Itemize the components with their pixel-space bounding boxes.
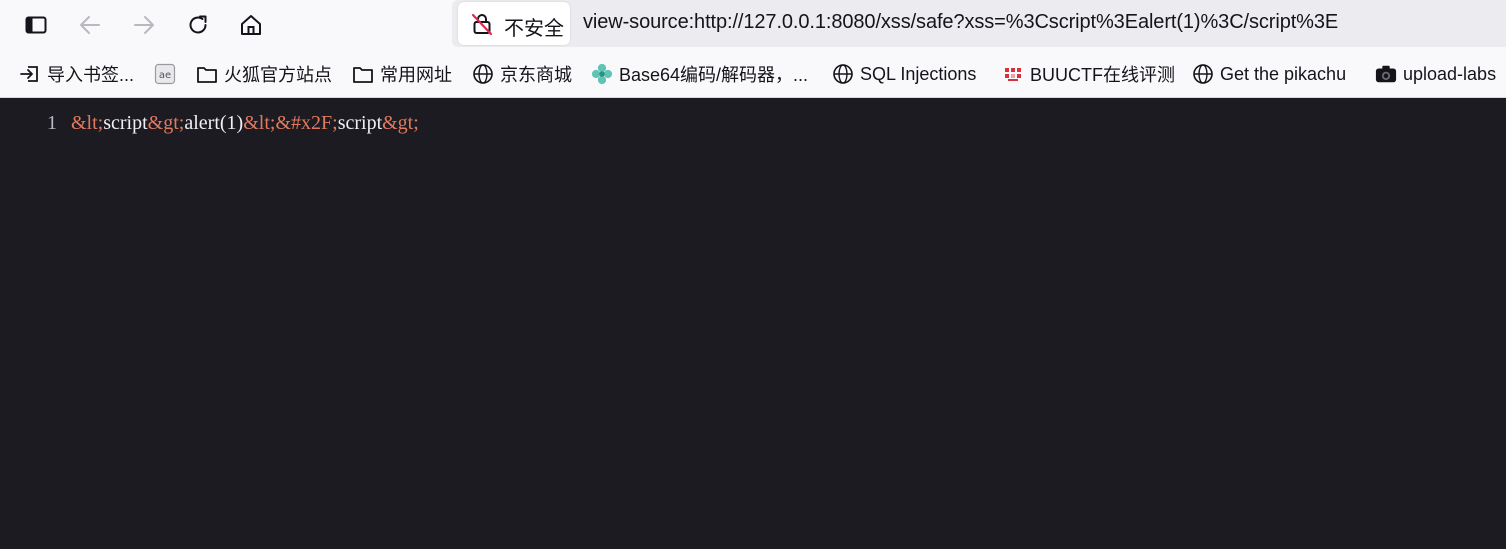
home-button[interactable] <box>232 6 270 44</box>
entity-token: &lt; <box>71 112 104 134</box>
bookmark-folder-firefox[interactable]: 火狐官方站点 <box>196 56 332 92</box>
forward-button[interactable] <box>125 6 163 44</box>
forward-arrow-icon <box>134 16 154 34</box>
globe-icon <box>832 63 854 85</box>
entity-token: &gt; <box>147 112 185 134</box>
bookmark-label: 常用网址 <box>380 65 452 85</box>
bookmark-label: upload-labs <box>1403 63 1497 84</box>
view-source-content: 1 &lt;script&gt;alert(1)&lt;&#x2F;script… <box>0 98 1506 549</box>
import-icon <box>19 63 41 85</box>
back-button[interactable] <box>71 6 109 44</box>
text-token: script <box>337 112 383 134</box>
bookmark-jd[interactable]: 京东商城 <box>472 56 572 92</box>
svg-text:ae: ae <box>159 70 171 81</box>
sidebar-toggle-button[interactable] <box>17 6 55 44</box>
folder-icon <box>352 63 374 85</box>
back-arrow-icon <box>80 16 100 34</box>
bookmark-label: Get the pikachu <box>1220 63 1347 84</box>
reload-icon <box>189 15 207 34</box>
site-security-indicator[interactable]: 不安全 <box>458 2 570 45</box>
navigation-toolbar: 不安全 view-source:http://127.0.0.1:8080/xs… <box>0 0 1506 50</box>
globe-icon <box>1192 63 1214 85</box>
globe-icon <box>472 63 494 85</box>
browser-chrome: 不安全 view-source:http://127.0.0.1:8080/xs… <box>0 0 1506 98</box>
ae-icon: ae <box>154 63 176 85</box>
bookmark-label: 导入书签... <box>47 65 135 85</box>
text-token: alert(1) <box>184 112 244 134</box>
bookmark-pikachu[interactable]: Get the pikachu <box>1192 56 1346 92</box>
buuctf-icon <box>1002 63 1024 85</box>
home-icon <box>241 15 261 35</box>
source-code: &lt;script&gt;alert(1)&lt;&#x2F;script&g… <box>71 112 419 135</box>
bookmark-sql-injections[interactable]: SQL Injections <box>832 56 976 92</box>
url-text[interactable]: view-source:http://127.0.0.1:8080/xss/sa… <box>583 11 1338 34</box>
bookmark-label: Base64编码/解码器，... <box>619 65 809 85</box>
bookmark-label: 火狐官方站点 <box>224 65 332 85</box>
entity-token: &lt; <box>243 112 276 134</box>
folder-icon <box>196 63 218 85</box>
bookmark-base64[interactable]: Base64编码/解码器，... <box>591 56 808 92</box>
bookmarks-toolbar: 导入书签... ae 火狐官方站点 常用网址 京东商城 Base64编码/解码器… <box>0 56 1506 92</box>
bookmark-upload-labs[interactable]: upload-labs <box>1375 56 1496 92</box>
insecure-lock-icon <box>471 13 493 36</box>
text-token: script <box>103 112 148 134</box>
bookmark-label: 京东商城 <box>500 65 572 85</box>
bookmark-buuctf[interactable]: BUUCTF在线评测 <box>1002 56 1175 92</box>
flower-icon <box>591 63 613 85</box>
bookmark-label: BUUCTF在线评测 <box>1030 65 1175 85</box>
bookmark-label: SQL Injections <box>860 63 977 84</box>
camera-icon <box>1375 63 1397 85</box>
entity-token: &#x2F; <box>275 112 338 134</box>
bookmark-import[interactable]: 导入书签... <box>19 56 134 92</box>
security-label: 不安全 <box>504 18 564 40</box>
url-bar[interactable]: 不安全 view-source:http://127.0.0.1:8080/xs… <box>452 0 1506 47</box>
sidebar-icon <box>25 16 47 34</box>
line-number: 1 <box>47 112 57 134</box>
bookmark-folder-common[interactable]: 常用网址 <box>352 56 452 92</box>
entity-token: &gt; <box>382 112 419 134</box>
reload-button[interactable] <box>179 6 217 44</box>
bookmark-ae[interactable]: ae <box>154 56 182 92</box>
